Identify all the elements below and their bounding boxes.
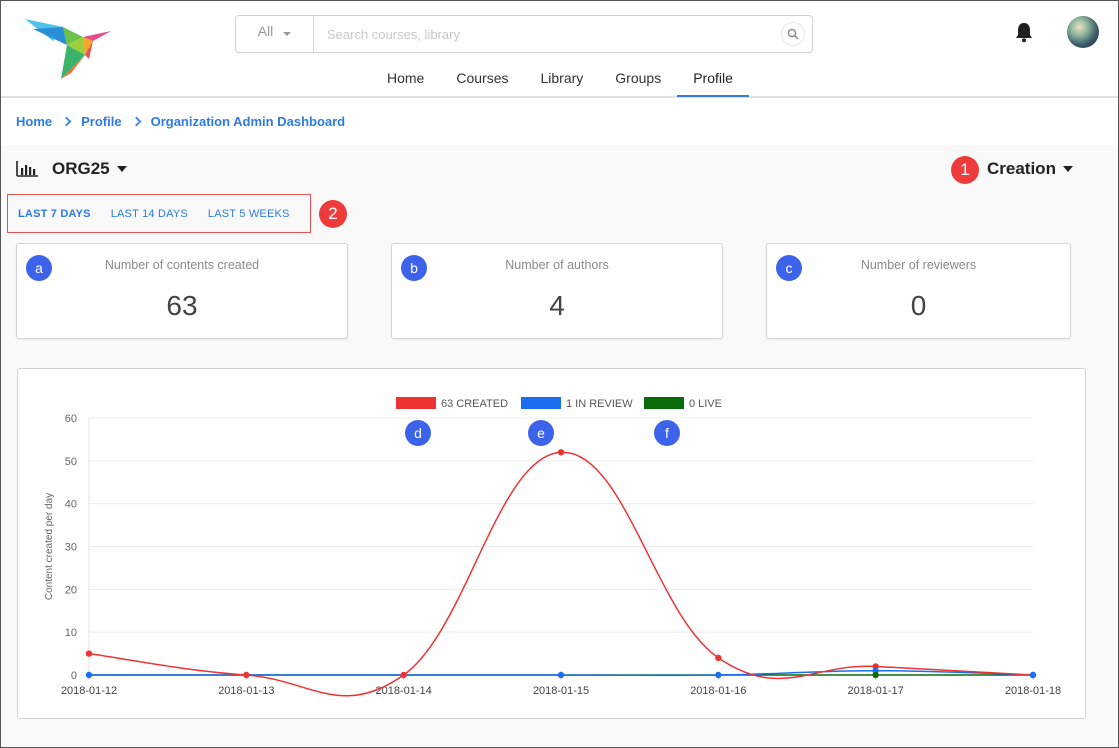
breadcrumb-home[interactable]: Home — [16, 114, 52, 129]
y-tick-label: 40 — [65, 499, 77, 511]
stat-title: Number of authors — [505, 258, 609, 272]
tab-last-14-days[interactable]: LAST 14 DAYS — [101, 208, 198, 220]
legend-swatch — [521, 397, 561, 409]
chevron-right-icon — [131, 116, 142, 127]
x-tick-label: 2018-01-16 — [690, 685, 746, 697]
data-point — [715, 654, 722, 662]
marker-d: d — [405, 420, 431, 446]
org-name: ORG25 — [52, 159, 110, 178]
legend-label: 0 LIVE — [689, 398, 722, 410]
caret-down-icon — [283, 32, 292, 36]
data-point — [85, 671, 93, 679]
stat-value: 0 — [910, 290, 927, 321]
tab-last-5-weeks[interactable]: LAST 5 WEEKS — [198, 208, 300, 220]
data-point — [1029, 671, 1037, 679]
callout-2: 2 — [319, 200, 347, 228]
breadcrumb-profile[interactable]: Profile — [81, 114, 121, 129]
tab-last-7-days[interactable]: LAST 7 DAYS — [8, 208, 101, 220]
data-point — [715, 671, 722, 679]
user-avatar[interactable] — [1067, 16, 1099, 48]
stat-card-reviewers: c Number of reviewers 0 — [766, 243, 1071, 339]
nav-groups[interactable]: Groups — [599, 59, 677, 97]
search-scope-value: All — [257, 23, 274, 39]
data-point — [85, 650, 93, 657]
y-tick-label: 10 — [65, 627, 77, 639]
breadcrumb: Home Profile Organization Admin Dashboar… — [16, 114, 345, 129]
nav-profile[interactable]: Profile — [677, 59, 749, 97]
hummingbird-logo[interactable] — [23, 15, 113, 83]
caret-down-icon — [116, 166, 127, 172]
notification-bell-icon[interactable] — [1013, 21, 1035, 43]
x-tick-label: 2018-01-15 — [533, 685, 589, 697]
search-icon — [787, 28, 799, 40]
nav-home[interactable]: Home — [371, 59, 440, 97]
caret-down-icon — [1062, 166, 1073, 172]
stat-card-contents-created: a Number of contents created 63 — [16, 243, 348, 339]
x-tick-label: 2018-01-12 — [61, 685, 117, 697]
period-tabs: LAST 7 DAYS LAST 14 DAYS LAST 5 WEEKS — [7, 194, 311, 233]
y-tick-label: 20 — [65, 584, 77, 596]
data-point — [557, 449, 565, 456]
stat-card-authors: b Number of authors 4 — [391, 243, 723, 339]
legend-swatch — [644, 397, 684, 409]
search-scope-dropdown[interactable]: All — [236, 16, 314, 52]
data-point — [557, 671, 565, 679]
y-tick-label: 0 — [71, 670, 77, 682]
stat-value: 4 — [549, 290, 565, 321]
series-line — [88, 451, 1034, 697]
nav-library[interactable]: Library — [525, 59, 600, 97]
breadcrumb-org-admin-dashboard[interactable]: Organization Admin Dashboard — [151, 114, 346, 129]
dashboard-type-dropdown[interactable]: Creation — [987, 159, 1073, 179]
search-input[interactable] — [314, 16, 774, 52]
data-point — [872, 671, 879, 679]
callout-1: 1 — [951, 156, 979, 184]
x-tick-label: 2018-01-13 — [218, 685, 274, 697]
legend-swatch — [396, 397, 436, 409]
dashboard-type-label: Creation — [987, 159, 1056, 178]
y-tick-label: 30 — [65, 542, 77, 554]
nav-courses[interactable]: Courses — [440, 59, 524, 97]
content-creation-chart: 0 10 20 30 40 50 60 2018-01-12 2018-01-13 2018-01… — [17, 368, 1086, 719]
data-point — [400, 671, 407, 679]
legend-label: 63 CREATED — [441, 398, 508, 410]
search-bar: All — [235, 15, 813, 53]
bar-chart-icon — [16, 161, 38, 177]
org-selector[interactable]: ORG25 — [16, 159, 127, 179]
stat-title: Number of contents created — [104, 258, 260, 272]
line-chart: 0 10 20 30 40 50 60 2018-01-12 2018-01-13 2018-01… — [44, 397, 1061, 697]
marker-e: e — [528, 420, 554, 446]
legend-label: 1 IN REVIEW — [566, 398, 633, 410]
stat-value: 63 — [166, 290, 198, 321]
y-tick-label: 50 — [65, 456, 77, 468]
main-nav: Home Courses Library Groups Profile — [371, 59, 749, 97]
x-tick-label: 2018-01-18 — [1005, 685, 1061, 697]
data-point — [243, 671, 250, 679]
chevron-right-icon — [61, 116, 72, 127]
marker-f: f — [654, 420, 680, 446]
top-header: All Home Courses Library Groups Profile — [1, 1, 1118, 98]
y-axis-label: Content created per day — [44, 493, 55, 600]
search-button[interactable] — [781, 22, 805, 46]
stat-title: Number of reviewers — [860, 258, 977, 272]
y-tick-label: 60 — [65, 413, 77, 425]
x-tick-label: 2018-01-17 — [848, 685, 904, 697]
